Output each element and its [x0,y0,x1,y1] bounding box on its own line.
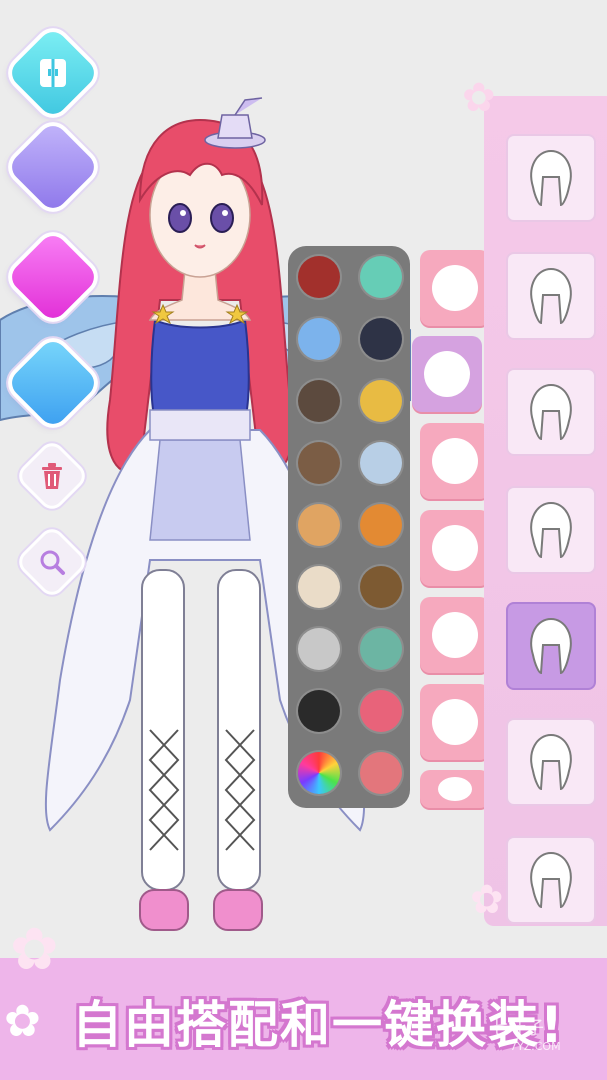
right-eye [210,203,234,233]
back-hair-icon [432,438,478,484]
dress-bodice [150,318,250,421]
color-swatch[interactable] [360,628,402,670]
hairstyle-option[interactable] [506,486,596,574]
category-tab[interactable] [420,250,490,326]
hairstyle-option[interactable] [506,252,596,340]
color-swatch[interactable] [360,566,402,608]
color-palette [288,246,410,808]
color-swatch[interactable] [360,380,402,422]
color-swatch[interactable] [298,504,340,546]
color-swatch[interactable] [360,318,402,360]
eyes-closed-face-icon [432,612,478,658]
wavy-long-hair-icon [530,501,572,559]
wardrobe-button[interactable] [6,26,100,120]
hairstyle-icon [424,351,470,397]
color-swatch[interactable] [360,256,402,298]
color-swatch[interactable] [360,504,402,546]
rainbow-color-swatch[interactable] [298,752,340,794]
hairstyle-option[interactable] [506,134,596,222]
zoom-icon [28,538,76,586]
color-swatch[interactable] [298,318,340,360]
zoom-button[interactable] [18,528,86,596]
hair-color-split-icon [432,265,478,311]
category-tab[interactable] [420,770,490,808]
color-swatch[interactable] [298,628,340,670]
sakura-decoration-top: ✿ [462,75,496,121]
bun-updo-hair-icon [530,267,572,325]
short-messy-hair-icon [530,149,572,207]
hairstyle-option[interactable] [506,836,596,924]
color-swatch[interactable] [298,256,340,298]
cat-ears-icon [438,777,472,801]
color-swatch[interactable] [360,690,402,732]
delete-button[interactable] [18,442,86,510]
background-color-button[interactable] [6,120,100,214]
wardrobe-icon [20,40,86,106]
hairstyle-option[interactable] [506,602,596,690]
background-color-icon [20,134,86,200]
sakura-decoration-left-small: ✿ [4,996,41,1047]
category-tab[interactable] [412,336,482,412]
hairstyle-option[interactable] [506,368,596,456]
color-swatch[interactable] [298,442,340,484]
color-swatch[interactable] [298,566,340,608]
watermark-url: 7YZ.COM [510,1040,561,1053]
color-swatch[interactable] [360,752,402,794]
short-bob-hair-icon [530,733,572,791]
color-swatch[interactable] [298,380,340,422]
sakura-decoration-left: ✿ [10,915,59,983]
sakura-decoration-bottom: ✿ [470,877,504,923]
braided-hime-hair-icon [530,383,572,441]
side-swept-hair-icon [530,617,572,675]
face-icon [432,525,478,571]
hair-color-button[interactable] [6,336,100,430]
smile-face-icon [432,699,478,745]
hair-color-icon [20,350,86,416]
trash-icon [28,452,76,500]
category-tab[interactable] [420,597,490,673]
left-eye [168,203,192,233]
color-swatch[interactable] [360,442,402,484]
hairstyle-option[interactable] [506,718,596,806]
color-swatch[interactable] [298,690,340,732]
category-tab[interactable] [420,423,490,499]
skin-color-button[interactable] [6,230,100,324]
category-tab[interactable] [420,684,490,760]
mouth [194,244,206,249]
watermark-logo: 七叶子 [490,1018,544,1039]
category-tab[interactable] [420,510,490,586]
curly-medium-hair-icon [530,851,572,909]
skin-color-icon [20,244,86,310]
